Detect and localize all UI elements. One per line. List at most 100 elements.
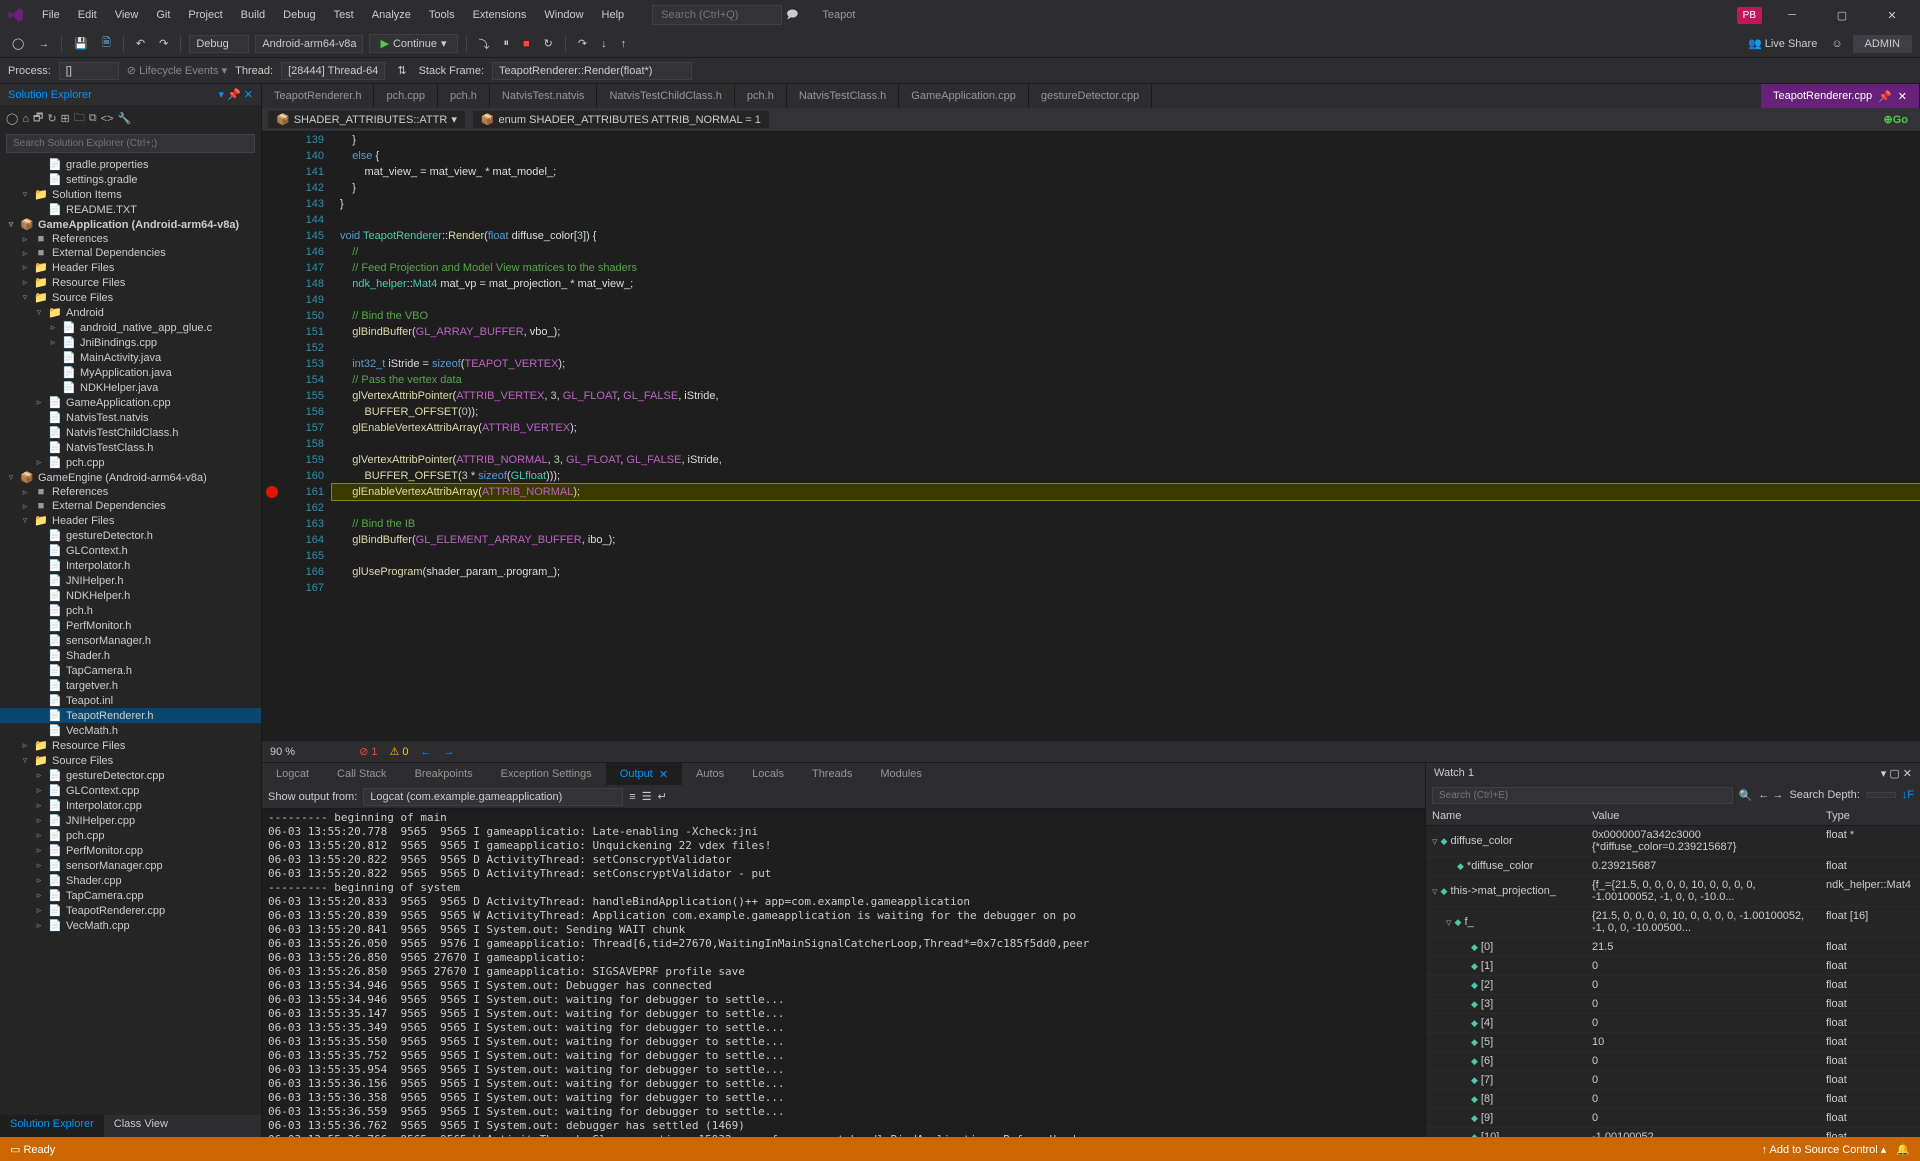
editor-tab[interactable]: TeapotRenderer.h: [262, 84, 374, 108]
notifications-icon[interactable]: 🔔: [1896, 1143, 1910, 1156]
editor-tab[interactable]: gestureDetector.cpp: [1029, 84, 1152, 108]
nav-next-icon[interactable]: →: [444, 746, 455, 758]
editor-tab[interactable]: pch.cpp: [374, 84, 438, 108]
wrap-icon[interactable]: ↵: [658, 790, 667, 803]
tree-item[interactable]: ▹■References: [0, 232, 261, 246]
continue-button[interactable]: ▶Continue ▾: [369, 34, 457, 53]
breakpoint-icon[interactable]: [266, 486, 278, 498]
tree-item[interactable]: ▹📄gestureDetector.cpp: [0, 768, 261, 783]
nav-member-dropdown[interactable]: 📦 enum SHADER_ATTRIBUTES ATTRIB_NORMAL =…: [473, 111, 769, 128]
menu-file[interactable]: File: [34, 5, 68, 25]
tree-item[interactable]: ▹📄android_native_app_glue.c: [0, 320, 261, 335]
tree-item[interactable]: ▹📄pch.cpp: [0, 828, 261, 843]
nav-prev-icon[interactable]: ←: [421, 746, 432, 758]
menu-build[interactable]: Build: [233, 5, 273, 25]
watch-row[interactable]: ◆ [9]0float: [1426, 1109, 1920, 1128]
tree-item[interactable]: 📄gestureDetector.h: [0, 528, 261, 543]
step-into-icon[interactable]: ↓: [597, 36, 611, 52]
tree-item[interactable]: 📄sensorManager.h: [0, 633, 261, 648]
nav-forward-icon[interactable]: →: [34, 36, 53, 52]
tree-item[interactable]: ▹📄pch.cpp: [0, 455, 261, 470]
menu-debug[interactable]: Debug: [275, 5, 323, 25]
zoom-dropdown[interactable]: 90 %: [270, 746, 295, 758]
tree-item[interactable]: 📄MyApplication.java: [0, 365, 261, 380]
panel-tab-output[interactable]: Output ✕: [606, 763, 682, 785]
properties-icon[interactable]: ⧉: [89, 112, 97, 125]
platform-dropdown[interactable]: Android-arm64-v8a: [255, 35, 363, 53]
tree-item[interactable]: ▹■External Dependencies: [0, 246, 261, 260]
refresh-icon[interactable]: ↻: [47, 112, 56, 125]
editor-tab[interactable]: pch.h: [438, 84, 490, 108]
tree-item[interactable]: 📄GLContext.h: [0, 543, 261, 558]
toggle-icon[interactable]: ☰: [642, 790, 652, 803]
tree-item[interactable]: 📄Interpolator.h: [0, 558, 261, 573]
explorer-tab[interactable]: Class View: [104, 1115, 178, 1137]
editor-tab[interactable]: NatvisTest.natvis: [490, 84, 598, 108]
pin-icon[interactable]: ▾ 📌: [218, 89, 240, 101]
output-content[interactable]: --------- beginning of main 06-03 13:55:…: [262, 809, 1425, 1137]
tree-item[interactable]: ▹📄JNIHelper.cpp: [0, 813, 261, 828]
save-icon[interactable]: 💾: [70, 35, 92, 52]
tree-item[interactable]: 📄targetver.h: [0, 678, 261, 693]
menu-analyze[interactable]: Analyze: [364, 5, 419, 25]
tree-item[interactable]: 📄VecMath.h: [0, 723, 261, 738]
tree-item[interactable]: ▹📁Resource Files: [0, 275, 261, 290]
panel-tab-modules[interactable]: Modules: [866, 763, 936, 785]
lifecycle-label[interactable]: ⊘ Lifecycle Events ▾: [127, 64, 227, 77]
editor-tab[interactable]: NatvisTestChildClass.h: [597, 84, 734, 108]
error-count[interactable]: ⊘ 1: [359, 745, 377, 758]
tree-item[interactable]: 📄Shader.h: [0, 648, 261, 663]
tree-item[interactable]: ▿📦GameApplication (Android-arm64-v8a): [0, 217, 261, 232]
undo-icon[interactable]: ↶: [132, 35, 149, 52]
minimize-button[interactable]: ─: [1772, 1, 1812, 29]
close-button[interactable]: ✕: [1872, 1, 1912, 29]
pause-icon[interactable]: ⏸: [500, 35, 514, 52]
redo-icon[interactable]: ↷: [155, 35, 172, 52]
user-badge[interactable]: PB: [1737, 7, 1762, 24]
menu-git[interactable]: Git: [148, 5, 178, 25]
watch-row[interactable]: ◆ [3]0float: [1426, 995, 1920, 1014]
code-editor[interactable]: 1391401411421431441451461471481491501511…: [262, 132, 1920, 740]
save-all-icon[interactable]: 🗎: [98, 32, 115, 55]
tree-item[interactable]: 📄TapCamera.h: [0, 663, 261, 678]
tree-item[interactable]: ▹📄TapCamera.cpp: [0, 888, 261, 903]
home-icon[interactable]: ◯: [6, 112, 18, 125]
preview-icon[interactable]: <>: [101, 113, 114, 125]
pin-icon[interactable]: ▾ ▢ ✕: [1881, 768, 1912, 780]
stackframe-dropdown[interactable]: TeapotRenderer::Render(float*): [492, 62, 692, 80]
watch-row[interactable]: ◆ *diffuse_color0.239215687float: [1426, 857, 1920, 876]
tree-item[interactable]: 📄README.TXT: [0, 202, 261, 217]
menu-tools[interactable]: Tools: [421, 5, 463, 25]
tree-item[interactable]: 📄settings.gradle: [0, 172, 261, 187]
panel-tab-logcat[interactable]: Logcat: [262, 763, 323, 785]
pin-icon[interactable]: 📌: [1878, 90, 1892, 103]
nav-icon[interactable]: ← →: [1758, 789, 1783, 801]
menu-test[interactable]: Test: [326, 5, 362, 25]
panel-tab-locals[interactable]: Locals: [738, 763, 798, 785]
editor-tab[interactable]: GameApplication.cpp: [899, 84, 1029, 108]
feedback-icon[interactable]: ☺: [1827, 36, 1846, 52]
restart-icon[interactable]: ↻: [540, 35, 557, 52]
tree-item[interactable]: 📄NatvisTestClass.h: [0, 440, 261, 455]
watch-row[interactable]: ◆ [4]0float: [1426, 1014, 1920, 1033]
menu-window[interactable]: Window: [536, 5, 591, 25]
tree-item[interactable]: ▿📁Solution Items: [0, 187, 261, 202]
nav-scope-dropdown[interactable]: 📦 SHADER_ATTRIBUTES::ATTR ▾: [268, 111, 465, 128]
tree-item[interactable]: ▿📁Source Files: [0, 753, 261, 768]
tree-item[interactable]: ▿📁Android: [0, 305, 261, 320]
config-dropdown[interactable]: Debug: [189, 35, 249, 53]
tree-item[interactable]: 📄NatvisTestChildClass.h: [0, 425, 261, 440]
editor-tab[interactable]: NatvisTestClass.h: [787, 84, 899, 108]
tree-item[interactable]: ▿📦GameEngine (Android-arm64-v8a): [0, 470, 261, 485]
editor-tab[interactable]: pch.h: [735, 84, 787, 108]
process-dropdown[interactable]: []: [59, 62, 119, 80]
step-out-icon[interactable]: ↑: [617, 36, 631, 52]
go-button[interactable]: ⊕Go: [1878, 113, 1915, 126]
watch-col-type[interactable]: Type: [1820, 807, 1920, 825]
thread-nav-icon[interactable]: ⇅: [393, 62, 410, 79]
panel-tab-threads[interactable]: Threads: [798, 763, 866, 785]
watch-row[interactable]: ◆ [7]0float: [1426, 1071, 1920, 1090]
output-source-dropdown[interactable]: Logcat (com.example.gameapplication): [363, 788, 623, 806]
tree-item[interactable]: ▹📄sensorManager.cpp: [0, 858, 261, 873]
watch-row[interactable]: ▿ ◆ diffuse_color0x0000007a342c3000 {*di…: [1426, 826, 1920, 857]
